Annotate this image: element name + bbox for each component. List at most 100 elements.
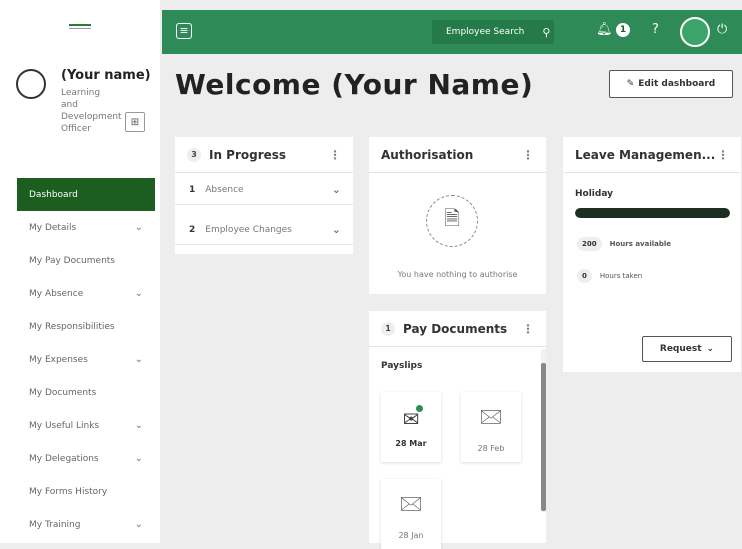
more-options-icon[interactable]: ⋮ <box>717 148 729 162</box>
chevron-down-icon[interactable]: ⌄ <box>135 354 143 365</box>
row-label: Absence <box>205 184 244 195</box>
chevron-down-icon[interactable]: ⌄ <box>135 222 143 233</box>
more-options-icon[interactable]: ⋮ <box>522 148 534 162</box>
payslip-date: 28 Feb <box>477 443 505 453</box>
company-logo <box>62 24 98 40</box>
card-title: Pay Documents <box>403 321 508 336</box>
card-header: 3 In Progress ⋮ <box>175 137 353 173</box>
bell-icon[interactable]: 🔔︎ <box>596 22 613 37</box>
row-count: 1 <box>189 184 196 195</box>
top-bar: ≡ Employee Search ⚲ 🔔︎ 1 ? ⏻ <box>162 10 742 54</box>
nav-item-my-expenses[interactable]: My Expenses ⌄ <box>17 343 155 376</box>
chevron-down-icon[interactable]: ⌄ <box>332 223 341 236</box>
page-title: Welcome (Your Name) <box>175 68 534 101</box>
hours-available-label: Hours available <box>609 240 672 248</box>
nav-item-my-forms-history[interactable]: My Forms History <box>17 475 155 508</box>
chevron-down-icon[interactable]: ⌄ <box>135 453 143 464</box>
payslip-tile[interactable]: 🖂 28 Feb <box>461 392 521 462</box>
nav-item-label: Dashboard <box>29 189 78 200</box>
request-label: Request <box>659 344 702 354</box>
org-chart-button[interactable]: ⊞ <box>125 112 145 132</box>
count-badge: 1 <box>381 321 395 336</box>
payslip-tile[interactable]: ✉ 28 Mar <box>381 392 441 462</box>
empty-state-message: You have nothing to authorise <box>397 270 518 279</box>
chevron-down-icon[interactable]: ⌄ <box>332 183 341 196</box>
section-title: Payslips <box>381 361 423 371</box>
hours-taken-label: Hours taken <box>599 272 643 280</box>
nav-item-label: My Responsibilities <box>29 321 115 332</box>
in-progress-card: 3 In Progress ⋮ 1 Absence ⌄ 2 Employee C… <box>175 137 353 254</box>
user-avatar[interactable] <box>680 17 710 47</box>
nav-item-my-useful-links[interactable]: My Useful Links ⌄ <box>17 409 155 442</box>
nav-item-my-delegations[interactable]: My Delegations ⌄ <box>17 442 155 475</box>
holiday-progress-bar <box>575 208 730 218</box>
card-header: Authorisation ⋮ <box>369 137 546 173</box>
row-label: Employee Changes <box>205 224 292 235</box>
nav-item-my-responsibilities[interactable]: My Responsibilities <box>17 310 155 343</box>
count-badge: 3 <box>187 147 201 162</box>
sidebar: (Your name) Learning and Development Off… <box>0 0 160 543</box>
nav-item-my-absence[interactable]: My Absence ⌄ <box>17 277 155 310</box>
leave-management-card: Leave Managemen... ⋮ Holiday 200 Hours a… <box>563 137 741 372</box>
logout-icon[interactable]: ⏻ <box>717 22 727 37</box>
nav-item-my-training[interactable]: My Training ⌄ <box>17 508 155 541</box>
nav-item-label: My Pay Documents <box>29 255 115 266</box>
section-title: Holiday <box>575 189 613 199</box>
scrollbar-thumb[interactable] <box>541 363 546 511</box>
hours-available-value: 200 <box>577 237 602 251</box>
in-progress-row-employee-changes[interactable]: 2 Employee Changes ⌄ <box>175 215 353 245</box>
menu-icon[interactable]: ≡ <box>176 23 192 39</box>
nav-item-my-pay-documents[interactable]: My Pay Documents <box>17 244 155 277</box>
nav-item-label: My Absence <box>29 288 84 299</box>
nav-item-label: My Training <box>29 519 81 530</box>
document-icon: 🗎 <box>426 195 478 247</box>
envelope-icon: ✉ <box>403 404 424 431</box>
card-title: Authorisation <box>381 147 474 162</box>
open-envelope-icon: 🖂 <box>399 490 423 515</box>
payslip-date: 28 Mar <box>395 438 427 448</box>
scrollbar[interactable] <box>541 349 546 512</box>
card-title: Leave Managemen... <box>575 147 716 162</box>
card-title: In Progress <box>209 147 287 162</box>
holiday-progress-fill <box>575 208 730 218</box>
nav-item-label: My Details <box>29 222 77 233</box>
hours-taken-value: 0 <box>577 269 592 283</box>
hours-taken-stat: 0 Hours taken <box>577 269 642 283</box>
search-icon[interactable]: ⚲ <box>542 26 550 39</box>
nav-item-my-documents[interactable]: My Documents <box>17 376 155 409</box>
edit-dashboard-button[interactable]: ✎ Edit dashboard <box>609 70 733 98</box>
profile-avatar[interactable] <box>16 69 46 99</box>
chevron-down-icon[interactable]: ⌄ <box>135 420 143 431</box>
in-progress-row-absence[interactable]: 1 Absence ⌄ <box>175 175 353 205</box>
notification-badge[interactable]: 1 <box>616 23 630 37</box>
nav-item-label: My Forms History <box>29 486 108 497</box>
authorisation-card: Authorisation ⋮ 🗎 You have nothing to au… <box>369 137 546 294</box>
payslip-date: 28 Jan <box>398 530 424 540</box>
help-icon[interactable]: ? <box>652 22 659 37</box>
unread-dot <box>416 404 424 412</box>
org-chart-icon: ⊞ <box>130 116 140 128</box>
nav-item-label: My Documents <box>29 387 97 398</box>
nav-item-label: My Delegations <box>29 453 99 464</box>
more-options-icon[interactable]: ⋮ <box>522 322 534 336</box>
edit-dashboard-label: Edit dashboard <box>638 79 716 89</box>
card-header: Leave Managemen... ⋮ <box>563 137 741 173</box>
employee-search[interactable]: Employee Search ⚲ <box>432 20 554 44</box>
hours-available-stat: 200 Hours available <box>577 237 671 251</box>
nav-item-label: My Useful Links <box>29 420 100 431</box>
pay-documents-card: 1 Pay Documents ⋮ Payslips ✉ 28 Mar 🖂 28… <box>369 311 546 549</box>
more-options-icon[interactable]: ⋮ <box>329 148 341 162</box>
nav-item-dashboard[interactable]: Dashboard <box>17 178 155 211</box>
profile-job-title: Learning and Development Officer <box>61 88 122 134</box>
payslip-tile[interactable]: 🖂 28 Jan <box>381 479 441 549</box>
chevron-down-icon[interactable]: ⌄ <box>135 519 143 530</box>
row-count: 2 <box>189 224 196 235</box>
open-envelope-icon: 🖂 <box>479 403 503 428</box>
nav-item-my-details[interactable]: My Details ⌄ <box>17 211 155 244</box>
request-leave-button[interactable]: Request ⌄ <box>642 336 732 362</box>
chevron-down-icon: ⌄ <box>706 344 715 354</box>
profile-name: (Your name) <box>61 68 151 83</box>
chevron-down-icon[interactable]: ⌄ <box>135 288 143 299</box>
card-header: 1 Pay Documents ⋮ <box>369 311 546 347</box>
employee-search-label: Employee Search <box>446 27 525 37</box>
